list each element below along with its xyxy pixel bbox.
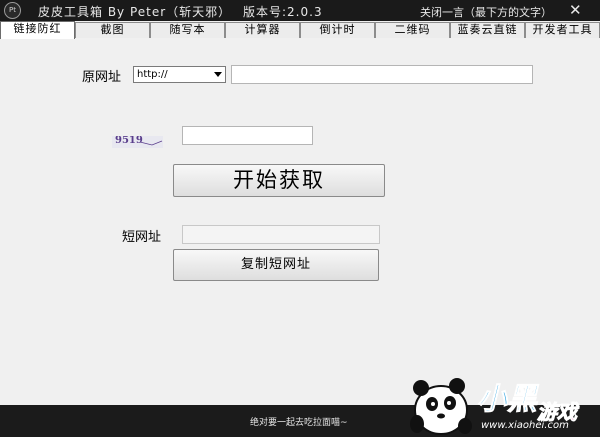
tab-dev-tools[interactable]: 开发者工具 [525,22,600,38]
title-bar: Pt 皮皮工具箱 By Peter（斩天邪） 版本号:2.0.3 关闭一言（最下… [0,0,600,21]
dropdown-arrow-icon [214,72,222,77]
close-icon[interactable]: ✕ [569,0,582,20]
tab-lanzou-link[interactable]: 蓝奏云直链 [450,22,525,38]
captcha-image[interactable]: 9519 [112,136,163,148]
tab-notepad[interactable]: 随写本 [150,22,225,38]
tab-bar: 链接防红 截图 随写本 计算器 倒计时 二维码 蓝奏云直链 开发者工具 [0,21,600,39]
app-window: Pt 皮皮工具箱 By Peter（斩天邪） 版本号:2.0.3 关闭一言（最下… [0,0,600,437]
url-input[interactable] [231,65,533,84]
start-fetch-button[interactable]: 开始获取 [173,164,385,197]
app-logo-icon: Pt [4,2,21,19]
protocol-select[interactable]: http:// [133,66,226,83]
version-label: 版本号:2.0.3 [243,5,323,19]
site-watermark: 小黑 游戏 www.xiaohei.com [405,366,600,437]
panda-mascot-icon [410,378,472,435]
watermark-brand: 小黑 [477,382,538,418]
short-url-label: 短网址 [122,230,162,245]
original-url-label: 原网址 [82,70,122,85]
captcha-input[interactable] [182,126,313,145]
captcha-noise-icon [139,140,163,146]
copy-short-url-button[interactable]: 复制短网址 [173,249,379,281]
tab-qrcode[interactable]: 二维码 [375,22,450,38]
tab-link-protect[interactable]: 链接防红 [0,21,75,39]
quote-text: 绝对要一起去吃拉面喵~ [250,418,348,428]
tab-countdown[interactable]: 倒计时 [300,22,375,38]
tab-calculator[interactable]: 计算器 [225,22,300,38]
window-title: 皮皮工具箱 By Peter（斩天邪） [38,5,232,19]
protocol-selected-value: http:// [137,69,168,80]
tab-screenshot[interactable]: 截图 [75,22,150,38]
close-quote-button[interactable]: 关闭一言（最下方的文字） [420,4,552,20]
short-url-output[interactable] [182,225,380,244]
watermark-url: www.xiaohei.com [481,420,569,431]
